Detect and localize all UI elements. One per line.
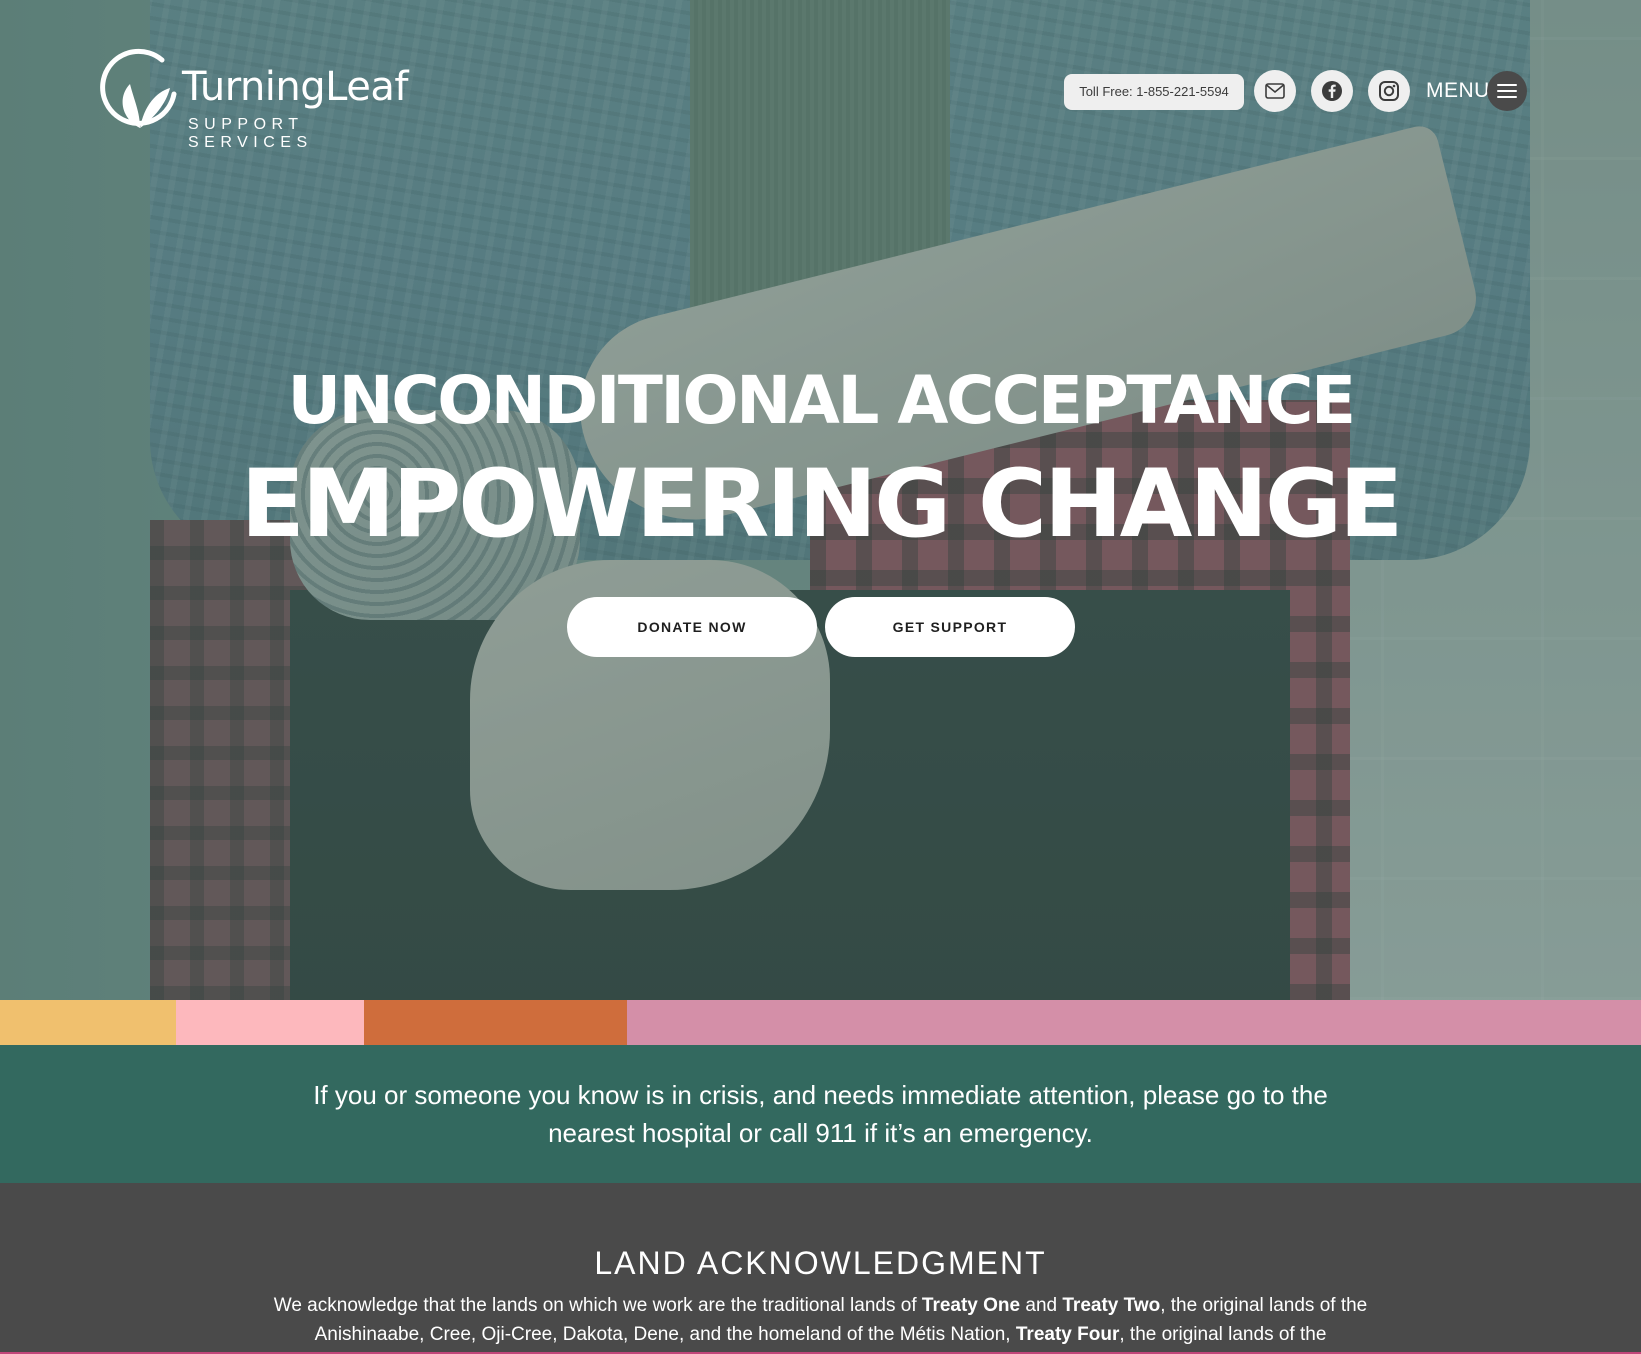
land-acknowledgment-text: We acknowledge that the lands on which w… — [273, 1295, 1368, 1345]
treaty-one: Treaty One — [921, 1295, 1021, 1316]
leaf-logo-icon — [100, 48, 177, 128]
stripe-mauve — [627, 1000, 1641, 1045]
get-support-button[interactable]: GET SUPPORT — [825, 597, 1075, 657]
menu-label[interactable]: MENU — [1426, 79, 1490, 103]
stripe-pink — [176, 1000, 364, 1045]
land-acknowledgment-section: LAND ACKNOWLEDGMENT We acknowledge that … — [0, 1183, 1641, 1354]
menu-button[interactable] — [1487, 71, 1527, 111]
facebook-icon — [1322, 81, 1342, 101]
stripe-orange — [364, 1000, 627, 1045]
site-logo[interactable]: TurningLeaf SUPPORT SERVICES — [100, 48, 420, 151]
facebook-button[interactable] — [1311, 70, 1353, 112]
land-acknowledgment-title: LAND ACKNOWLEDGMENT — [594, 1245, 1047, 1281]
toll-free-button[interactable]: Toll Free: 1-855-221-5594 — [1064, 74, 1244, 110]
crisis-banner: If you or someone you know is in crisis,… — [0, 1045, 1641, 1183]
hero-headline-secondary: EMPOWERING CHANGE — [240, 450, 1404, 559]
color-stripe-bar — [0, 1000, 1641, 1045]
donate-now-button[interactable]: DONATE NOW — [567, 597, 817, 657]
logo-name: TurningLeaf — [182, 64, 408, 110]
instagram-icon — [1379, 81, 1399, 101]
hamburger-icon — [1497, 84, 1517, 86]
email-button[interactable] — [1254, 70, 1296, 112]
stripe-yellow — [0, 1000, 176, 1045]
logo-tagline: SUPPORT SERVICES — [188, 116, 313, 151]
treaty-four: Treaty Four — [1015, 1324, 1120, 1345]
hero-headline-primary: UNCONDITIONAL ACCEPTANCE — [287, 362, 1356, 439]
treaty-two: Treaty Two — [1062, 1295, 1161, 1316]
crisis-message: If you or someone you know is in crisis,… — [313, 1080, 1328, 1148]
instagram-button[interactable] — [1368, 70, 1410, 112]
mail-icon — [1265, 83, 1285, 99]
